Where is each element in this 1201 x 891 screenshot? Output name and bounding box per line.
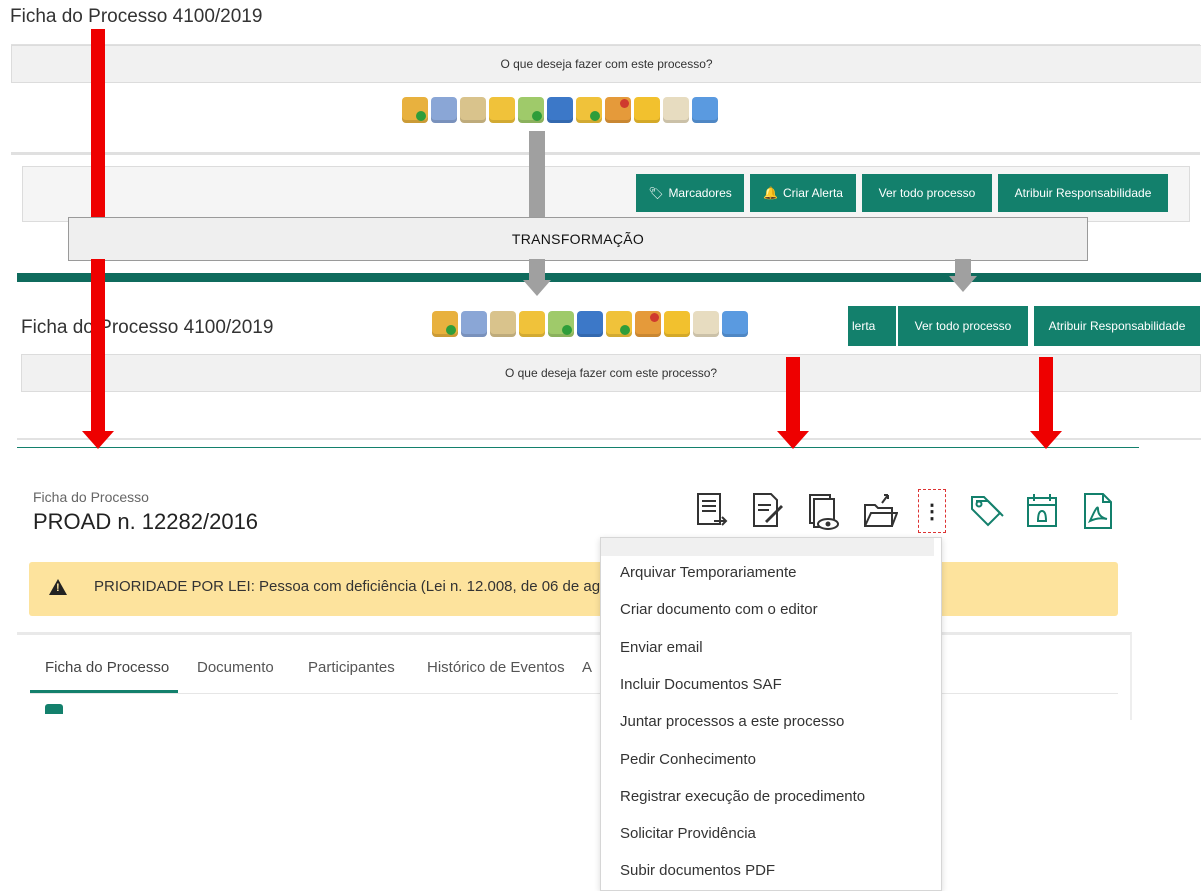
folder-check-icon[interactable]: [576, 97, 602, 123]
page-subtitle: Ficha do Processo: [33, 489, 149, 505]
menu-item-subir-pdf[interactable]: Subir documentos PDF: [620, 862, 775, 879]
envelope-icon[interactable]: [634, 97, 660, 123]
document-send-icon[interactable]: [692, 491, 732, 531]
red-arrow-shaft-right: [1039, 357, 1053, 432]
mid-page-title: Ficha do Processo 4100/2019: [21, 317, 274, 338]
tab-historico-de-eventos[interactable]: Histórico de Eventos: [427, 659, 565, 676]
document-pencil-icon[interactable]: [490, 311, 516, 337]
mid-icon-strip: [428, 300, 752, 348]
menu-item-juntar-processos[interactable]: Juntar processos a este processo: [620, 713, 844, 730]
tag-icon: 🏷: [648, 186, 664, 200]
menu-item-enviar-email[interactable]: Enviar email: [620, 639, 703, 656]
view-full-process-button[interactable]: Ver todo processo: [862, 174, 992, 212]
clipboard-icon[interactable]: [693, 311, 719, 337]
tabs-rule: [30, 693, 1118, 694]
red-arrow-shaft-left: [91, 29, 105, 217]
menu-item-arquivar[interactable]: Arquivar Temporariamente: [620, 564, 796, 581]
active-tab-indicator: [30, 690, 178, 693]
menu-item-solicitar-providencia[interactable]: Solicitar Providência: [620, 825, 756, 842]
menu-item-incluir-saf[interactable]: Incluir Documentos SAF: [620, 676, 782, 693]
menu-item-registrar-execucao[interactable]: Registrar execução de procedimento: [620, 788, 865, 805]
document-pencil-icon[interactable]: [460, 97, 486, 123]
folder-refresh-icon[interactable]: [547, 97, 573, 123]
folder-lock-icon[interactable]: [519, 311, 545, 337]
calendar-alarm-icon[interactable]: [1022, 491, 1062, 531]
folder-green-icon[interactable]: [548, 311, 574, 337]
create-alert-button[interactable]: 🔔 Criar Alerta: [750, 174, 856, 212]
tab-documento[interactable]: Documento: [197, 659, 274, 676]
notepad-edit-icon[interactable]: [461, 311, 487, 337]
create-alert-button-partial[interactable]: lerta: [848, 306, 896, 346]
gray-arrow-shaft-right: [955, 259, 971, 277]
document-edit-icon[interactable]: [747, 491, 787, 531]
more-options-button[interactable]: ⋮: [918, 489, 946, 533]
mid-top-bar: [17, 273, 1201, 282]
folder-red-arrow-icon[interactable]: [605, 97, 631, 123]
folder-green-icon[interactable]: [518, 97, 544, 123]
tab-participantes[interactable]: Participantes: [308, 659, 395, 676]
mid-question-bar: O que deseja fazer com este processo?: [21, 354, 1201, 392]
menu-item-pedir-conhecimento[interactable]: Pedir Conhecimento: [620, 751, 756, 768]
warning-icon: !: [49, 579, 67, 595]
folder-arrow-icon[interactable]: [402, 97, 428, 123]
red-arrow-head-middle: [777, 431, 809, 449]
tags-icon[interactable]: [966, 491, 1006, 531]
folder-check-icon[interactable]: [606, 311, 632, 337]
folder-red-arrow-icon[interactable]: [635, 311, 661, 337]
menu-item-criar-documento[interactable]: Criar documento com o editor: [620, 601, 818, 618]
gray-arrow-head-left: [523, 280, 551, 296]
gray-arrow-head-right: [949, 276, 977, 292]
folder-blue-icon[interactable]: [722, 311, 748, 337]
red-arrow-head-right: [1030, 431, 1062, 449]
content-chip: [45, 704, 63, 714]
transformation-label: TRANSFORMAÇÃO: [68, 217, 1088, 261]
clipboard-icon[interactable]: [663, 97, 689, 123]
old-icon-strip: [398, 92, 722, 128]
tabs-card: [17, 632, 1132, 720]
old-question-bar: O que deseja fazer com este processo?: [11, 45, 1201, 83]
page-title: PROAD n. 12282/2016: [33, 509, 259, 534]
mid-bottom-line: [17, 447, 1139, 448]
markers-button[interactable]: 🏷 Marcadores: [636, 174, 744, 212]
old-divider: [11, 152, 1200, 155]
assign-responsibility-button[interactable]: Atribuir Responsabilidade: [1034, 306, 1200, 346]
menu-header-strip: [601, 538, 934, 556]
folder-arrow-icon[interactable]: [432, 311, 458, 337]
tab-ficha-do-processo[interactable]: Ficha do Processo: [45, 659, 169, 676]
folder-blue-icon[interactable]: [692, 97, 718, 123]
envelope-icon[interactable]: [664, 311, 690, 337]
tab-truncated[interactable]: A: [582, 659, 592, 676]
red-arrow-shaft-middle: [786, 357, 800, 432]
document-view-icon[interactable]: [804, 491, 844, 531]
red-arrow-head-left: [82, 431, 114, 449]
assign-responsibility-button[interactable]: Atribuir Responsabilidade: [998, 174, 1168, 212]
priority-alert-text: PRIORIDADE POR LEI: Pessoa com deficiênc…: [94, 578, 629, 595]
bell-icon: 🔔: [763, 186, 778, 200]
gray-arrow-shaft-left: [529, 131, 545, 217]
view-full-process-button[interactable]: Ver todo processo: [898, 306, 1028, 346]
red-arrow-shaft-left: [91, 259, 105, 432]
open-folder-icon[interactable]: [860, 491, 900, 531]
folder-refresh-icon[interactable]: [577, 311, 603, 337]
old-page-title: Ficha do Processo 4100/2019: [10, 6, 263, 27]
pdf-icon[interactable]: [1078, 491, 1118, 531]
folder-lock-icon[interactable]: [489, 97, 515, 123]
gray-arrow-shaft-left: [529, 259, 545, 281]
notepad-edit-icon[interactable]: [431, 97, 457, 123]
